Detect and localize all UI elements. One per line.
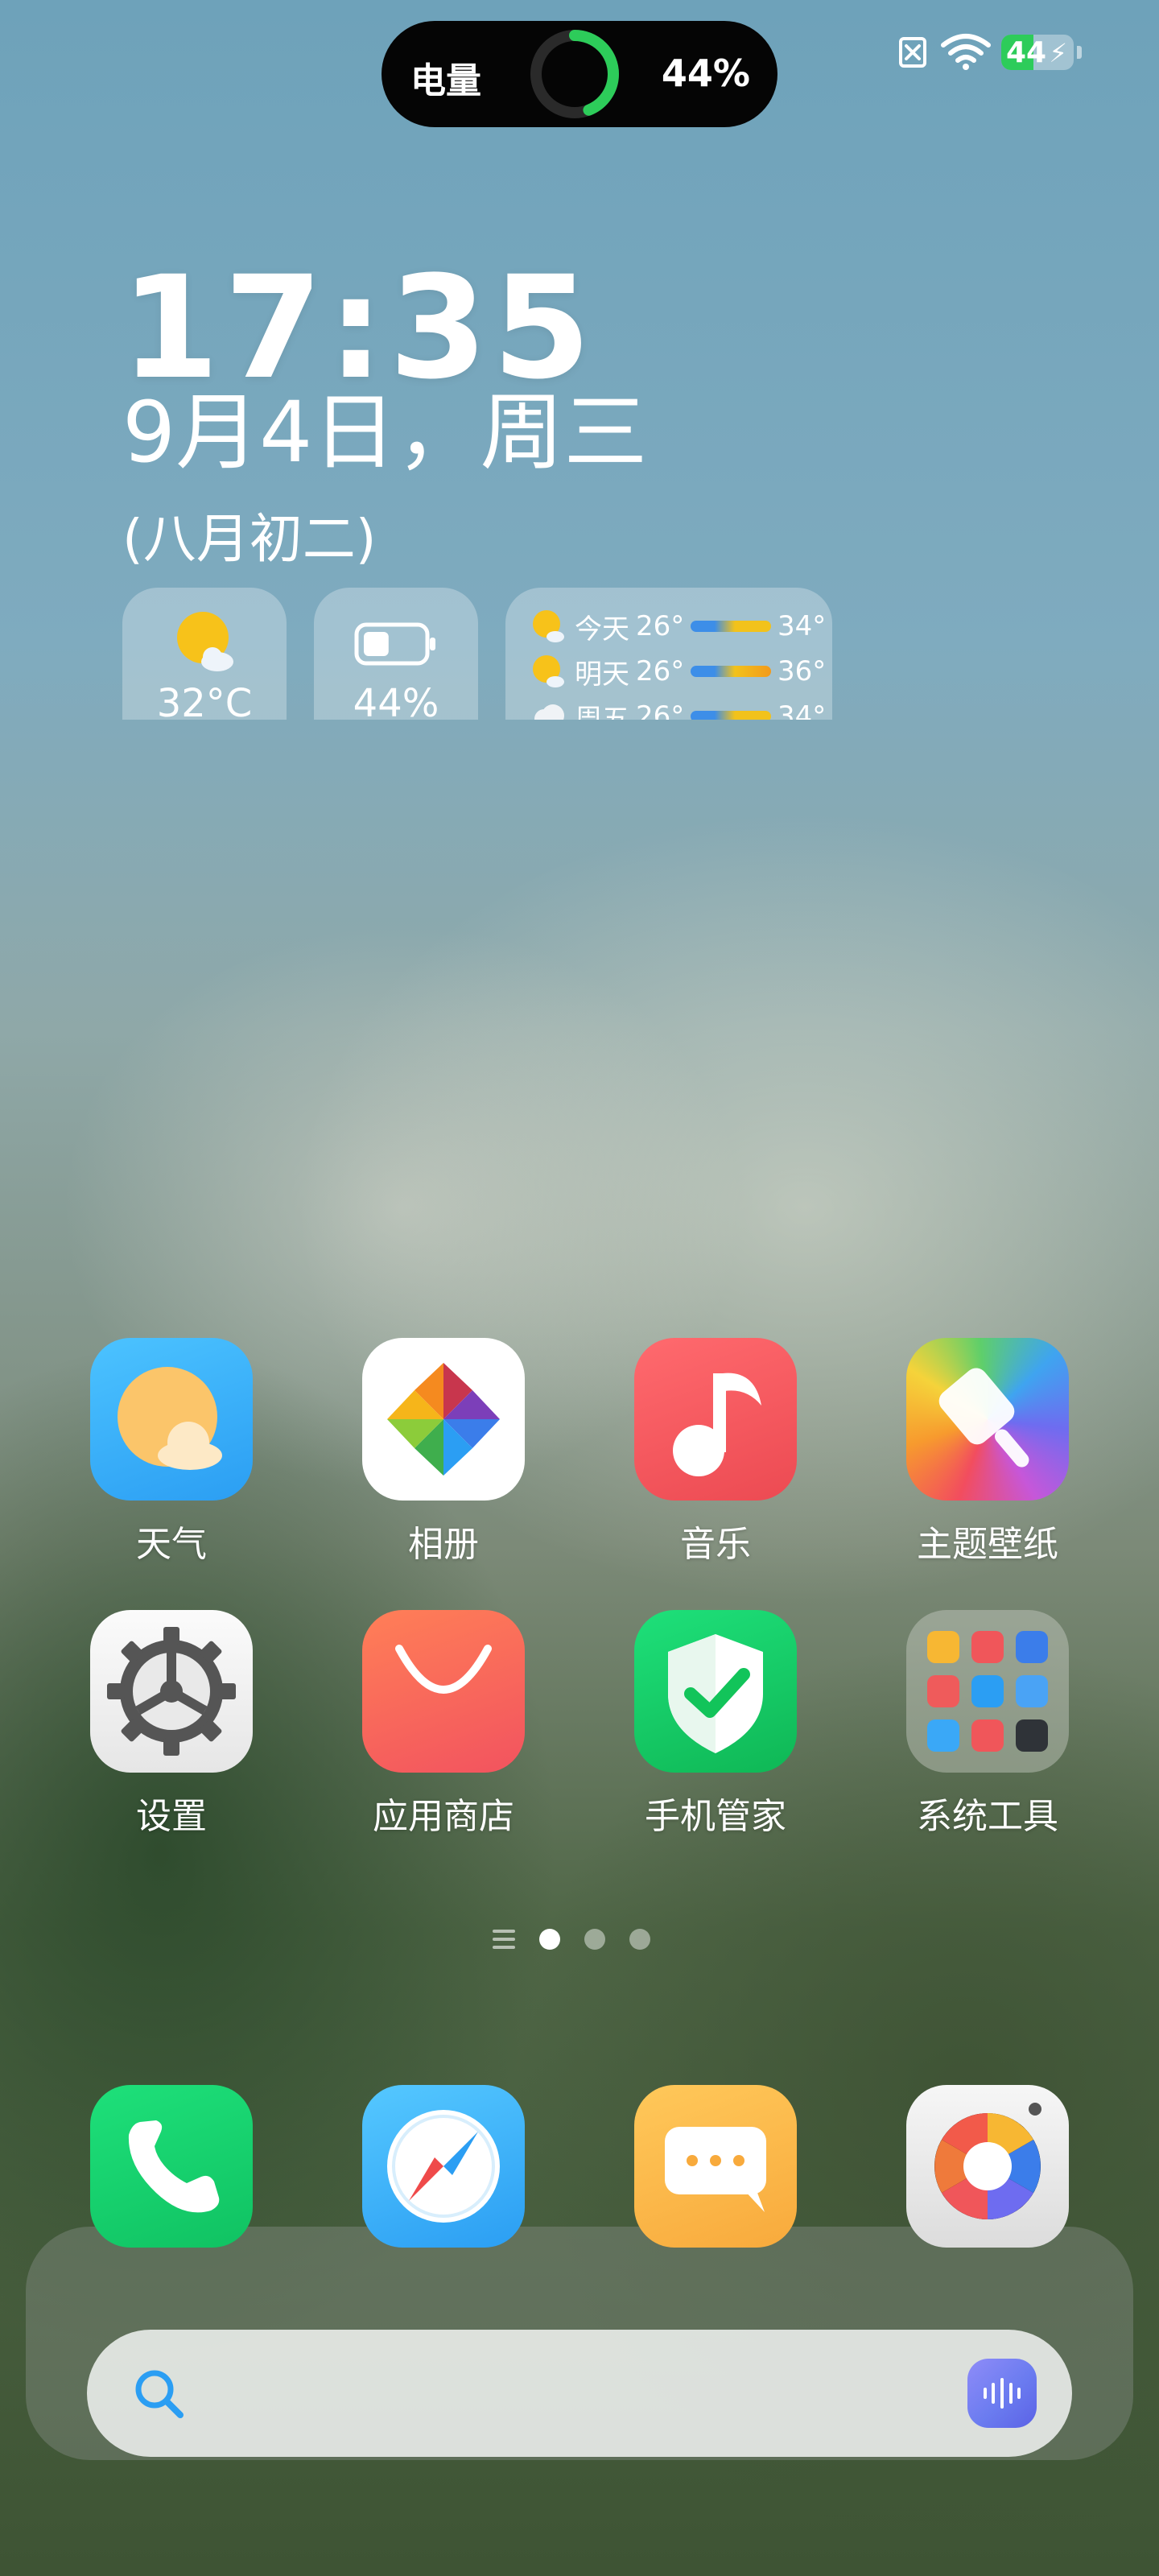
page-dot[interactable] — [629, 1929, 650, 1950]
sun-cloud-icon — [533, 610, 564, 642]
forecast-row: 明天 26° 36° — [530, 649, 826, 694]
search-bar[interactable] — [87, 2330, 1072, 2457]
dock-messages[interactable] — [619, 2085, 812, 2248]
app-label: 相册 — [408, 1524, 479, 1565]
app-label: 天气 — [136, 1524, 207, 1565]
battery-widget[interactable]: 44% — [314, 588, 478, 720]
page-dot[interactable] — [539, 1929, 560, 1950]
system-tools-folder-icon[interactable] — [906, 1610, 1069, 1773]
forecast-row: 周五 26° 34° — [530, 694, 826, 720]
app-label: 系统工具 — [917, 1796, 1058, 1837]
battery-charging-icon: 44 ⚡ — [1001, 35, 1074, 70]
music-app-icon[interactable] — [634, 1338, 797, 1501]
forecast-day: 明天 — [575, 658, 629, 691]
forecast-low: 26° — [636, 700, 685, 720]
app-label: 手机管家 — [645, 1796, 786, 1837]
forecast-day: 今天 — [575, 613, 629, 646]
page-indicator[interactable] — [493, 1929, 650, 1950]
clock-time[interactable]: 17:35 — [121, 258, 596, 399]
sun-cloud-icon — [177, 612, 233, 671]
settings-app-icon[interactable] — [90, 1610, 253, 1773]
battery-ring-icon — [530, 30, 619, 118]
forecast-low: 26° — [636, 655, 685, 687]
app-theme[interactable]: 主题壁纸 — [891, 1338, 1084, 1567]
app-label: 音乐 — [680, 1524, 751, 1565]
camera-app-icon[interactable] — [906, 2085, 1069, 2248]
battery-island[interactable]: 电量 44% — [382, 21, 777, 127]
app-weather[interactable]: 天气 — [75, 1338, 268, 1567]
battery-outline-icon — [354, 622, 435, 666]
forecast-low: 26° — [636, 610, 685, 642]
page-menu-icon[interactable] — [493, 1930, 515, 1949]
forecast-widget[interactable]: 今天 26° 34° 明天 26° 36° 周五 26° 34° — [505, 588, 832, 720]
app-settings[interactable]: 设置 — [75, 1610, 268, 1839]
forecast-high: 34° — [777, 610, 827, 642]
app-music[interactable]: 音乐 — [619, 1338, 812, 1567]
folder-system-tools[interactable]: 系统工具 — [891, 1610, 1084, 1839]
forecast-row: 今天 26° 34° — [530, 604, 826, 649]
temp-range-bar — [691, 621, 771, 632]
app-label: 主题壁纸 — [917, 1524, 1058, 1565]
clock-date: 9月4日，周三 — [122, 383, 648, 481]
island-percent: 44% — [661, 52, 750, 95]
forecast-high: 36° — [777, 655, 827, 687]
dock-camera[interactable] — [891, 2085, 1084, 2248]
voice-assistant-icon[interactable] — [967, 2359, 1037, 2428]
battery-cap — [1077, 46, 1082, 59]
dock-phone[interactable] — [75, 2085, 268, 2248]
temp-range-bar — [691, 666, 771, 677]
messages-app-icon[interactable] — [634, 2085, 797, 2248]
search-icon[interactable] — [130, 2365, 187, 2421]
wifi-icon — [941, 34, 991, 70]
sim-off-icon — [899, 37, 926, 68]
app-label: 应用商店 — [373, 1796, 514, 1837]
cloud-icon — [534, 704, 564, 720]
sun-cloud-icon — [533, 655, 564, 687]
app-store-icon[interactable] — [362, 1610, 525, 1773]
battery-level: 44 — [1006, 36, 1047, 69]
island-label: 电量 — [410, 60, 481, 101]
gallery-app-icon[interactable] — [362, 1338, 525, 1501]
app-label: 设置 — [136, 1796, 207, 1837]
forecast-day: 周五 — [575, 703, 629, 720]
temp-range-bar — [691, 711, 771, 720]
browser-app-icon[interactable] — [362, 2085, 525, 2248]
phone-manager-icon[interactable] — [634, 1610, 797, 1773]
battery-widget-percent: 44% — [353, 681, 439, 720]
weather-app-icon[interactable] — [90, 1338, 253, 1501]
dock-browser[interactable] — [347, 2085, 540, 2248]
charging-bolt-icon: ⚡ — [1049, 38, 1067, 68]
phone-app-icon[interactable] — [90, 2085, 253, 2248]
weather-widget[interactable]: 32°C — [122, 588, 287, 720]
page-dot[interactable] — [584, 1929, 605, 1950]
lunar-date: (八月初二) — [122, 508, 377, 570]
status-icons: 44 ⚡ — [895, 32, 1082, 72]
app-gallery[interactable]: 相册 — [347, 1338, 540, 1567]
app-store[interactable]: 应用商店 — [347, 1610, 540, 1839]
theme-app-icon[interactable] — [906, 1338, 1069, 1501]
weather-temp: 32°C — [156, 681, 253, 720]
forecast-high: 34° — [777, 700, 827, 720]
app-phone-manager[interactable]: 手机管家 — [619, 1610, 812, 1839]
